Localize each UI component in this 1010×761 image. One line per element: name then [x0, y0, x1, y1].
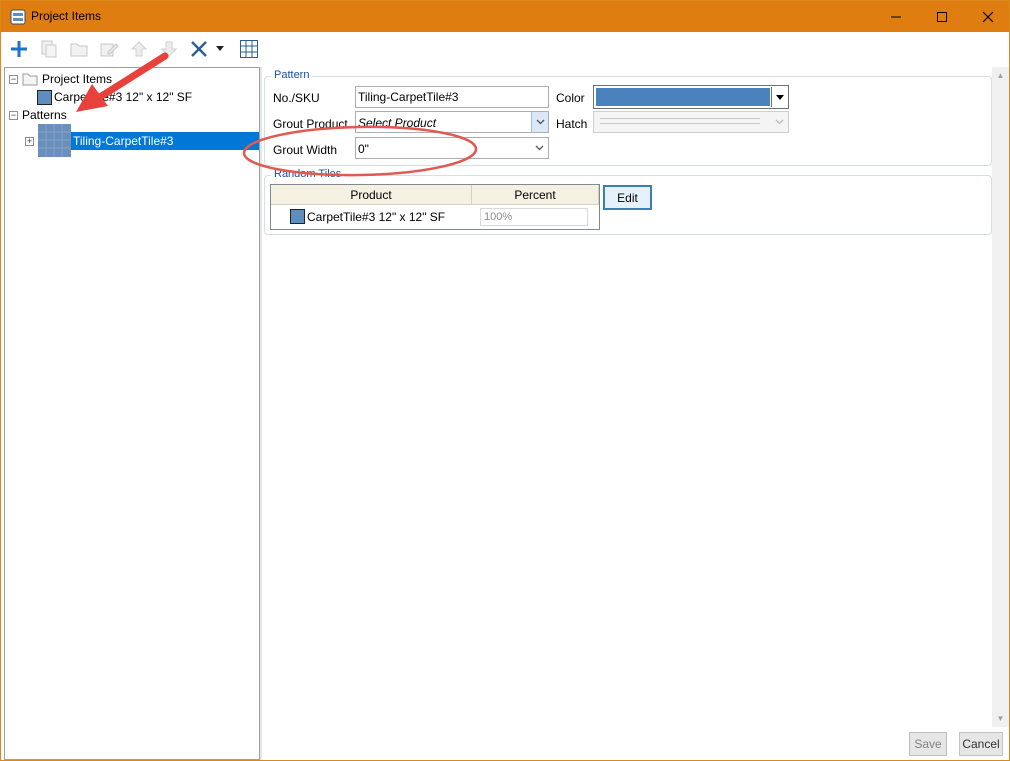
chevron-down-icon[interactable]: [771, 87, 787, 107]
add-icon[interactable]: [6, 36, 32, 62]
edit-icon[interactable]: [96, 36, 122, 62]
grout-width-label: Grout Width: [273, 143, 338, 157]
vertical-scrollbar[interactable]: ▲ ▼: [992, 67, 1009, 727]
dropdown-icon[interactable]: [213, 36, 227, 62]
tree-label: Project Items: [42, 72, 113, 86]
row-product: CarpetTile#3 12" x 12" SF: [307, 210, 446, 224]
random-tiles-grid[interactable]: Product Percent CarpetTile#3 12" x 12" S…: [270, 184, 600, 230]
grout-product-select[interactable]: Select Product: [355, 111, 549, 133]
tree-node-pattern-item[interactable]: + Tiling-CarpetTile#3: [25, 124, 259, 157]
sku-field[interactable]: Tiling-CarpetTile#3: [355, 86, 549, 108]
hatch-preview: [600, 118, 760, 119]
column-header-percent[interactable]: Percent: [472, 185, 599, 205]
app-icon: [10, 8, 26, 25]
delete-icon[interactable]: [186, 36, 212, 62]
chevron-down-icon[interactable]: [531, 112, 548, 132]
folder-icon: [22, 72, 38, 86]
title-bar[interactable]: Project Items: [1, 1, 1009, 32]
group-label: Pattern: [271, 69, 313, 81]
table-row[interactable]: CarpetTile#3 12" x 12" SF 100%: [271, 206, 599, 228]
pattern-group: Pattern No./SKU Tiling-CarpetTile#3 Colo…: [264, 69, 992, 166]
chevron-down-icon[interactable]: [531, 138, 548, 158]
color-label: Color: [556, 91, 585, 105]
grout-product-placeholder: Select Product: [358, 116, 437, 130]
grid-icon[interactable]: [236, 36, 262, 62]
pattern-thumbnail: [38, 124, 71, 157]
hatch-select[interactable]: [593, 111, 789, 133]
sku-label: No./SKU: [273, 91, 320, 105]
scroll-up-icon[interactable]: ▲: [992, 67, 1009, 84]
maximize-icon[interactable]: [919, 1, 965, 32]
grout-width-value: 0": [358, 142, 369, 156]
tree-node-patterns[interactable]: − Patterns: [9, 106, 67, 124]
collapse-icon[interactable]: −: [9, 74, 18, 84]
move-down-icon[interactable]: [156, 36, 182, 62]
tree-label: CarpetTile#3 12" x 12" SF: [54, 90, 193, 104]
color-swatch: [596, 88, 770, 106]
edit-button[interactable]: Edit: [603, 185, 652, 210]
expand-icon[interactable]: +: [25, 136, 34, 146]
tree-node-project-items[interactable]: − Project Items: [9, 70, 112, 88]
product-swatch: [37, 89, 52, 105]
copy-icon[interactable]: [36, 36, 62, 62]
collapse-icon[interactable]: −: [9, 110, 18, 120]
hatch-label: Hatch: [556, 117, 588, 131]
tree-node-product[interactable]: CarpetTile#3 12" x 12" SF: [37, 88, 192, 106]
window-title: Project Items: [31, 9, 102, 23]
save-button[interactable]: Save: [909, 732, 947, 756]
details-pane: Pattern No./SKU Tiling-CarpetTile#3 Colo…: [262, 67, 1009, 760]
tree-label: Tiling-CarpetTile#3: [71, 132, 259, 150]
minimize-icon[interactable]: [873, 1, 919, 32]
toolbar: [1, 32, 1009, 65]
cancel-button[interactable]: Cancel: [959, 732, 1003, 756]
column-header-product[interactable]: Product: [271, 185, 472, 205]
grout-product-label: Grout Product: [273, 117, 348, 131]
move-up-icon[interactable]: [126, 36, 152, 62]
grout-width-select[interactable]: 0": [355, 137, 549, 159]
close-icon[interactable]: [965, 1, 1010, 32]
chevron-down-icon[interactable]: [771, 112, 788, 132]
folder-icon[interactable]: [66, 36, 92, 62]
group-label: Random Tiles: [271, 168, 345, 180]
product-swatch: [290, 209, 305, 224]
scroll-down-icon[interactable]: ▼: [992, 710, 1009, 727]
color-picker[interactable]: [593, 85, 789, 109]
hatch-preview: [600, 123, 760, 124]
project-items-window: Project Items − Project Items CarpetTile…: [0, 0, 1010, 761]
random-tiles-group: Random Tiles Product Percent CarpetTile#…: [264, 168, 992, 235]
project-tree[interactable]: − Project Items CarpetTile#3 12" x 12" S…: [4, 67, 260, 760]
tree-label: Patterns: [22, 108, 67, 122]
row-percent-field[interactable]: 100%: [480, 208, 588, 226]
